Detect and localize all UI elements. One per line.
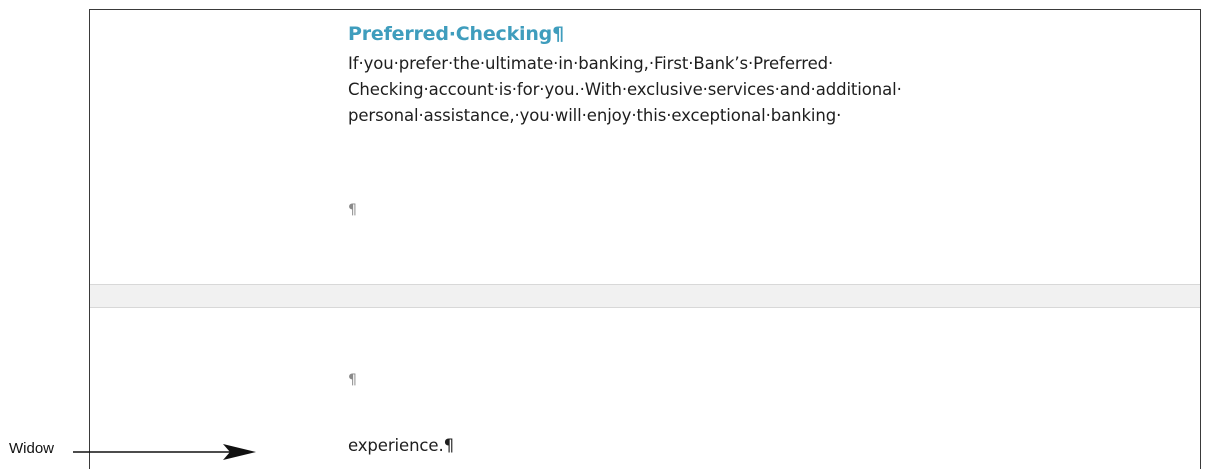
page-1-bottom-area: Preferred·Checking¶ If·you·prefer·the·ul… xyxy=(90,10,1200,284)
paragraph-line-3[interactable]: personal·assistance,·you·will·enjoy·this… xyxy=(348,106,841,125)
callout-arrow-icon xyxy=(73,444,256,460)
widow-callout-label: Widow xyxy=(9,440,55,457)
section-heading[interactable]: Preferred·Checking¶ xyxy=(348,23,564,45)
widow-line[interactable]: experience.¶ xyxy=(348,436,454,455)
screenshot-stage: Preferred·Checking¶ If·you·prefer·the·ul… xyxy=(0,0,1206,469)
page-break-gap xyxy=(90,284,1200,308)
paragraph-line-1[interactable]: If·you·prefer·the·ultimate·in·banking,·F… xyxy=(348,54,833,73)
paragraph-line-2[interactable]: Checking·account·is·for·you.·With·exclus… xyxy=(348,80,902,99)
empty-paragraph-mark[interactable]: ¶ xyxy=(348,372,357,388)
document-view: Preferred·Checking¶ If·you·prefer·the·ul… xyxy=(89,9,1201,469)
empty-paragraph-mark[interactable]: ¶ xyxy=(348,202,357,218)
